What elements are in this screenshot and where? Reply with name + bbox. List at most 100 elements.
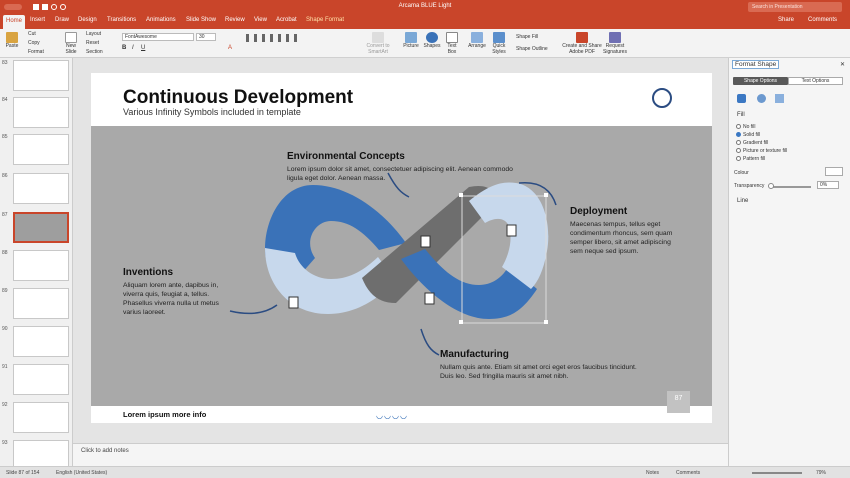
manufacturing-heading[interactable]: Manufacturing xyxy=(440,349,509,360)
slider-thumb[interactable] xyxy=(768,183,774,189)
picture-fill-radio[interactable] xyxy=(736,148,741,153)
tab-shape-format[interactable]: Shape Format xyxy=(306,17,344,23)
tab-review[interactable]: Review xyxy=(225,17,245,23)
fill-section-header[interactable]: Fill xyxy=(737,112,745,118)
new-slide-label: New Slide xyxy=(65,43,77,55)
slide-thumbnail[interactable] xyxy=(13,173,69,204)
shapes-button[interactable]: Shapes xyxy=(423,32,441,49)
notes-pane[interactable]: Click to add notes xyxy=(73,443,728,466)
shapes-label: Shapes xyxy=(423,43,441,49)
zoom-slider[interactable] xyxy=(752,472,802,474)
env-body[interactable]: Lorem ipsum dolor sit amet, consectetuer… xyxy=(287,165,517,183)
shape-fill-label: Shape Fill xyxy=(516,34,539,40)
arrange-button[interactable]: Arrange xyxy=(468,32,486,49)
pattern-fill-radio[interactable] xyxy=(736,156,741,161)
tab-slide-show[interactable]: Slide Show xyxy=(186,17,216,23)
fill-line-icon[interactable] xyxy=(737,94,746,103)
font-color-button[interactable]: A xyxy=(228,45,232,51)
slide-thumbnail[interactable] xyxy=(13,402,69,433)
copy-button[interactable]: Copy xyxy=(28,40,40,46)
inventions-heading[interactable]: Inventions xyxy=(123,267,173,278)
paragraph-controls[interactable] xyxy=(246,34,301,42)
slide-thumbnail[interactable] xyxy=(13,134,69,165)
reset-button[interactable]: Reset xyxy=(86,40,99,46)
thumb-number: 86 xyxy=(2,173,8,179)
bold-button[interactable]: B xyxy=(122,45,126,51)
paste-button[interactable]: Paste xyxy=(4,32,20,49)
format-painter-button[interactable]: Format xyxy=(28,49,44,55)
slide-thumbnail[interactable] xyxy=(13,288,69,319)
panel-title: Format Shape xyxy=(732,60,780,69)
resize-handle[interactable] xyxy=(459,320,463,324)
resize-handle[interactable] xyxy=(544,193,548,197)
tab-animations[interactable]: Animations xyxy=(146,17,176,23)
no-fill-radio[interactable] xyxy=(736,124,741,129)
effects-icon[interactable] xyxy=(757,94,766,103)
slide-thumbnail[interactable] xyxy=(13,364,69,395)
notes-toggle[interactable]: Notes xyxy=(646,470,659,476)
slide-thumbnail[interactable] xyxy=(13,97,69,128)
env-heading[interactable]: Environmental Concepts xyxy=(287,151,405,162)
line-section-header[interactable]: Line xyxy=(737,198,748,204)
slide-thumbnail[interactable] xyxy=(13,250,69,281)
tab-home[interactable]: Home xyxy=(3,15,26,29)
thumb-number: 89 xyxy=(2,288,8,294)
solid-fill-radio[interactable] xyxy=(736,132,741,137)
section-button[interactable]: Section xyxy=(86,49,103,55)
arrange-label: Arrange xyxy=(468,43,486,49)
quick-styles-button[interactable]: Quick Styles xyxy=(488,32,510,55)
tab-shape-options[interactable]: Shape Options xyxy=(733,77,788,85)
tab-view[interactable]: View xyxy=(254,17,267,23)
signature-icon xyxy=(609,32,621,43)
shape-outline-label: Shape Outline xyxy=(516,46,548,52)
font-family-select[interactable]: FontAwesome xyxy=(122,33,194,41)
tab-insert[interactable]: Insert xyxy=(30,17,45,23)
layout-label: Layout xyxy=(86,31,102,37)
tab-acrobat[interactable]: Acrobat xyxy=(276,17,297,23)
tab-design[interactable]: Design xyxy=(78,17,97,23)
colour-picker-button[interactable] xyxy=(825,167,843,176)
shape-outline-button[interactable]: Shape Outline xyxy=(516,46,548,52)
transparency-input[interactable]: 0% xyxy=(817,181,839,189)
slide[interactable]: Continuous Development Various Infinity … xyxy=(91,73,712,423)
gradient-fill-radio[interactable] xyxy=(736,140,741,145)
request-signatures-button[interactable]: Request Signatures xyxy=(602,32,628,55)
convert-smartart-button[interactable]: Convert to SmartArt xyxy=(362,32,394,55)
shape-fill-button[interactable]: Shape Fill xyxy=(516,34,538,40)
format-shape-panel: Format Shape ✕ Shape Options Text Option… xyxy=(728,58,850,466)
layout-button[interactable]: Layout xyxy=(86,31,101,37)
tab-text-options[interactable]: Text Options xyxy=(788,77,843,85)
close-icon[interactable]: ✕ xyxy=(840,61,845,68)
resize-handle[interactable] xyxy=(459,193,463,197)
thumb-number: 91 xyxy=(2,364,8,370)
transparency-slider[interactable] xyxy=(769,186,811,188)
comments-button[interactable]: Comments xyxy=(808,17,837,23)
picture-button[interactable]: Picture xyxy=(402,32,420,49)
search-input[interactable]: Search in Presentation xyxy=(748,2,842,12)
create-share-pdf-button[interactable]: Create and Share Adobe PDF xyxy=(562,32,602,55)
inventions-body[interactable]: Aliquam lorem ante, dapibus in, viverra … xyxy=(123,281,235,317)
copy-label: Copy xyxy=(28,40,40,46)
deployment-heading[interactable]: Deployment xyxy=(570,206,627,217)
slide-thumbnail[interactable] xyxy=(13,440,69,466)
font-size-select[interactable]: 30 xyxy=(196,33,216,41)
slide-thumbnail[interactable] xyxy=(13,326,69,357)
deployment-body[interactable]: Maecenas tempus, tellus eget condimentum… xyxy=(570,220,682,256)
new-slide-button[interactable]: New Slide xyxy=(62,32,80,55)
reset-label: Reset xyxy=(86,40,100,46)
text-box-button[interactable]: Text Box xyxy=(443,32,461,55)
slide-thumbnail-selected[interactable] xyxy=(13,212,69,243)
resize-handle[interactable] xyxy=(544,320,548,324)
underline-button[interactable]: U xyxy=(141,45,145,51)
tab-transitions[interactable]: Transitions xyxy=(107,17,136,23)
manufacturing-body[interactable]: Nullam quis ante. Etiam sit amet orci eg… xyxy=(440,363,638,381)
size-properties-icon[interactable] xyxy=(775,94,784,103)
footer-text[interactable]: Lorem ipsum more info xyxy=(123,410,206,419)
share-button[interactable]: Share xyxy=(778,17,794,23)
cut-button[interactable]: Cut xyxy=(28,31,36,37)
comments-toggle[interactable]: Comments xyxy=(676,470,700,476)
language-indicator[interactable]: English (United States) xyxy=(56,470,107,476)
italic-button[interactable]: I xyxy=(132,45,134,51)
slide-thumbnail[interactable] xyxy=(13,60,69,91)
tab-draw[interactable]: Draw xyxy=(55,17,69,23)
